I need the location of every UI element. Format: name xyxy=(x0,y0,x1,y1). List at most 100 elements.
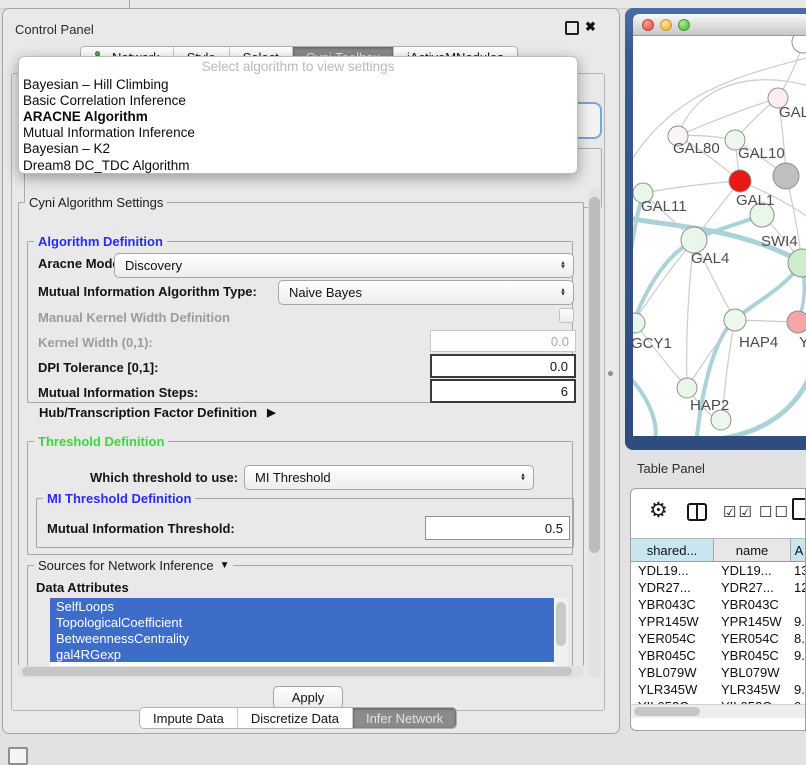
network-edge[interactable] xyxy=(634,240,694,322)
network-edge[interactable] xyxy=(634,322,687,388)
hub-definition-expander[interactable]: Hub/Transcription Factor Definition ▶ xyxy=(39,405,276,420)
tab-label: Impute Data xyxy=(153,711,224,726)
table-row[interactable]: YER054CYER054C8. xyxy=(631,630,806,647)
attribute-item[interactable]: gal4RGexp xyxy=(50,646,554,662)
network-edge[interactable] xyxy=(678,98,778,136)
expand-right-icon[interactable]: ▶ xyxy=(267,406,275,419)
mi-algorithm-type-label: Mutual Information Algorithm Type: xyxy=(38,284,257,299)
table-row[interactable]: YDL19...YDL19...13 xyxy=(631,562,806,579)
network-node[interactable] xyxy=(788,249,806,277)
table-row[interactable]: YDR27...YDR27...12 xyxy=(631,579,806,596)
table-cell: YBL079W xyxy=(631,665,714,680)
mi-threshold-value: 0.5 xyxy=(545,521,563,536)
mi-steps-input[interactable]: 6 xyxy=(430,379,576,403)
mi-threshold-input[interactable]: 0.5 xyxy=(425,516,570,540)
tab-discretize-data[interactable]: Discretize Data xyxy=(237,708,352,728)
attribute-item[interactable]: BetweennessCentrality xyxy=(50,630,554,646)
gear-icon[interactable]: ⚙ xyxy=(649,499,668,523)
which-threshold-select[interactable]: MI Threshold ▲▼ xyxy=(244,465,534,490)
dpi-tolerance-label: DPI Tolerance [0,1]: xyxy=(38,360,158,375)
deselect-all-icon[interactable]: ☐☐ xyxy=(759,503,790,521)
network-node[interactable] xyxy=(729,170,751,192)
threshold-definition-title: Threshold Definition xyxy=(34,434,168,449)
network-node[interactable] xyxy=(787,311,806,333)
settings-horizontal-scrollbar[interactable] xyxy=(18,666,584,678)
close-icon[interactable]: ✖ xyxy=(585,19,596,35)
apply-button[interactable]: Apply xyxy=(273,686,343,709)
table-cell: YBL079W xyxy=(714,665,791,680)
kernel-width-input: 0.0 xyxy=(430,330,576,352)
data-attributes-list[interactable]: SelfLoopsTopologicalCoefficientBetweenne… xyxy=(50,598,568,668)
algorithm-option[interactable]: Dream8 DC_TDC Algorithm xyxy=(19,157,577,173)
network-edge[interactable] xyxy=(633,372,656,436)
table-horizontal-scrollbar-thumb[interactable] xyxy=(634,707,700,716)
algorithm-definition-title: Algorithm Definition xyxy=(34,234,167,249)
settings-vertical-scrollbar[interactable] xyxy=(588,188,601,678)
table-cell: YER054C xyxy=(631,631,714,646)
network-node[interactable] xyxy=(633,313,645,333)
algorithm-option[interactable]: Mutual Information Inference xyxy=(19,125,577,141)
table-row[interactable]: YBR043CYBR043C xyxy=(631,596,806,613)
network-view-window: GALGAL80GAL10GAL1GAL11GAL4SWI4GCY1HAP4YH… xyxy=(625,8,806,450)
table-row[interactable]: YLR345WYLR345W9. xyxy=(631,681,806,698)
column-header[interactable]: shared... xyxy=(631,539,714,561)
select-all-icon[interactable]: ☑☑ xyxy=(723,503,754,521)
node-label: Y xyxy=(799,334,806,351)
algorithm-option[interactable]: Bayesian – Hill Climbing xyxy=(19,76,577,92)
network-node[interactable] xyxy=(792,36,806,53)
network-edge[interactable] xyxy=(725,378,806,436)
panel-divider-handle[interactable] xyxy=(608,371,613,376)
algorithm-option[interactable]: ARACNE Algorithm xyxy=(19,108,577,124)
network-node[interactable] xyxy=(677,378,697,398)
data-attributes-label: Data Attributes xyxy=(36,580,129,595)
network-canvas[interactable]: GALGAL80GAL10GAL1GAL11GAL4SWI4GCY1HAP4YH… xyxy=(633,36,806,436)
table-horizontal-scrollbar[interactable] xyxy=(631,704,806,718)
split-columns-icon[interactable] xyxy=(687,503,707,521)
minimized-panel-icon[interactable] xyxy=(8,747,28,765)
settings-vertical-scrollbar-thumb[interactable] xyxy=(589,197,600,553)
table-row[interactable]: YPR145WYPR145W9. xyxy=(631,613,806,630)
table-body: YDL19...YDL19...13YDR27...YDR27...12YBR0… xyxy=(631,562,806,704)
settings-horizontal-scrollbar-thumb[interactable] xyxy=(22,667,572,676)
table-cell: 9. xyxy=(791,614,806,629)
network-window-titlebar[interactable] xyxy=(633,14,806,36)
table-row[interactable]: YBR045CYBR045C9. xyxy=(631,647,806,664)
float-window-icon[interactable] xyxy=(565,21,579,35)
manual-kernel-width-checkbox[interactable] xyxy=(559,308,574,323)
network-node[interactable] xyxy=(773,163,799,189)
column-header[interactable]: A xyxy=(791,539,806,561)
aracne-mode-label: Aracne Mode: xyxy=(38,256,124,271)
zoom-traffic-light-icon[interactable] xyxy=(678,19,690,31)
tab-impute-data[interactable]: Impute Data xyxy=(140,708,237,728)
aracne-mode-select[interactable]: Discovery ▲▼ xyxy=(114,253,574,278)
mi-algorithm-type-value: Naive Bayes xyxy=(289,285,362,300)
table-row[interactable]: YBL079WYBL079W xyxy=(631,664,806,681)
network-node[interactable] xyxy=(724,309,746,331)
table-cell: YLR345W xyxy=(714,682,791,697)
list-scrollbar[interactable] xyxy=(555,598,568,668)
algorithm-option[interactable]: Basic Correlation Inference xyxy=(19,92,577,108)
tab-infer-network[interactable]: Infer Network xyxy=(352,708,456,728)
table-cell: YPR145W xyxy=(714,614,791,629)
new-document-icon[interactable] xyxy=(792,498,806,520)
expand-down-icon[interactable]: ▼ xyxy=(220,560,230,571)
cyni-algorithm-settings-group: Cyni Algorithm Settings Algorithm Defini… xyxy=(18,202,584,666)
network-graph: GALGAL80GAL10GAL1GAL11GAL4SWI4GCY1HAP4YH… xyxy=(633,36,806,436)
network-edge[interactable] xyxy=(643,181,740,193)
which-threshold-label: Which threshold to use: xyxy=(90,470,238,485)
mi-algorithm-type-select[interactable]: Naive Bayes ▲▼ xyxy=(278,280,574,305)
list-scrollbar-thumb[interactable] xyxy=(556,602,566,646)
minimize-traffic-light-icon[interactable] xyxy=(660,19,672,31)
threshold-definition-group: Threshold Definition Which threshold to … xyxy=(27,441,573,555)
attribute-item[interactable]: TopologicalCoefficient xyxy=(50,614,554,630)
close-traffic-light-icon[interactable] xyxy=(642,19,654,31)
dpi-tolerance-value: 0.0 xyxy=(550,359,568,374)
attribute-item[interactable]: SelfLoops xyxy=(50,598,554,614)
dpi-tolerance-input[interactable]: 0.0 xyxy=(430,354,576,378)
sources-group-title-row[interactable]: Sources for Network Inference ▼ xyxy=(34,558,233,573)
algorithm-option[interactable]: Bayesian – K2 xyxy=(19,141,577,157)
table-panel-window: ⚙ ☑☑ ☐☐ shared...nameA YDL19...YDL19...1… xyxy=(630,488,806,731)
table-cell: YBR043C xyxy=(631,597,714,612)
table-cell: 9. xyxy=(791,682,806,697)
column-header[interactable]: name xyxy=(714,539,791,561)
